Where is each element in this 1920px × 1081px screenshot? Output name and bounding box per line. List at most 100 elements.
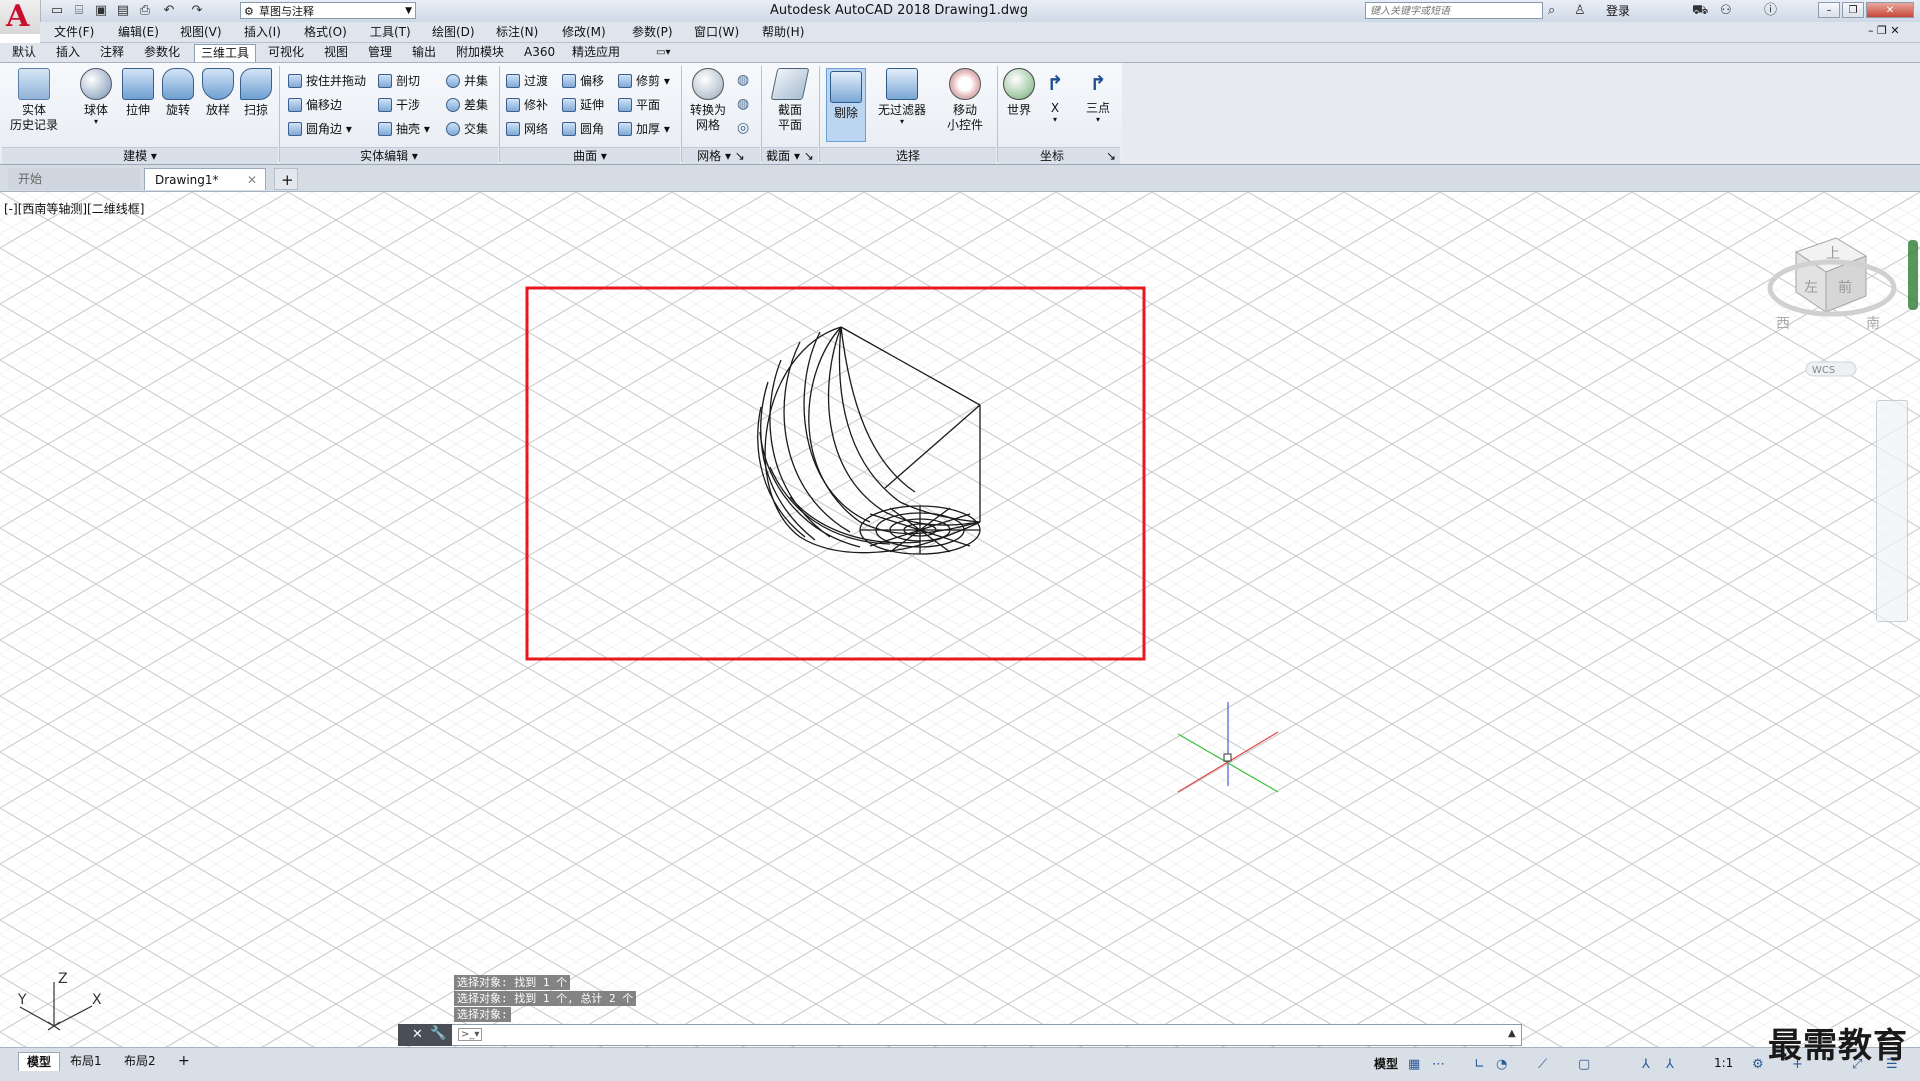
tab-default[interactable]: 默认 — [6, 44, 42, 61]
shell-button[interactable]: 抽壳 ▾ — [378, 120, 430, 138]
maximize-button[interactable]: ❐ — [1842, 2, 1864, 18]
doc-window-controls[interactable]: – ❐ ✕ — [1868, 24, 1900, 37]
print-icon[interactable]: ⎙ — [136, 2, 154, 20]
mesh-refine-icon[interactable]: ◍ — [737, 96, 749, 112]
tab-drawing1[interactable]: Drawing1* ✕ — [144, 168, 266, 190]
help-icon[interactable]: ⓘ — [1764, 2, 1777, 20]
tab-manage[interactable]: 管理 — [362, 44, 398, 61]
slice-button[interactable]: 剖切 — [378, 72, 420, 90]
subtract-button[interactable]: 差集 — [446, 96, 488, 114]
menu-parameter[interactable]: 参数(P) — [632, 22, 673, 42]
annotation-visibility-icon[interactable]: ⅄ — [1642, 1057, 1650, 1072]
cart-icon[interactable]: ⛟ — [1692, 2, 1708, 20]
union-button[interactable]: 并集 — [446, 72, 488, 90]
menu-dimension[interactable]: 标注(N) — [496, 22, 538, 42]
command-input[interactable] — [398, 1024, 1522, 1046]
model-space-toggle[interactable]: 模型 — [1374, 1055, 1398, 1072]
menu-insert[interactable]: 插入(I) — [244, 22, 281, 42]
network-button[interactable]: 网络 — [506, 120, 548, 138]
intersect-button[interactable]: 交集 — [446, 120, 488, 138]
grid-icon[interactable]: ▦ — [1408, 1057, 1420, 1072]
object-snap-icon[interactable]: ▢ — [1578, 1057, 1590, 1072]
workspace-dropdown[interactable]: ⚙ 草图与注释 ▼ — [240, 2, 416, 19]
vertical-scroll-indicator[interactable] — [1908, 240, 1918, 310]
menu-file[interactable]: 文件(F) — [54, 22, 94, 42]
close-button[interactable]: ✕ — [1866, 2, 1914, 18]
snap-icon[interactable]: ⋯ — [1432, 1057, 1445, 1072]
layout-tab-layout1[interactable]: 布局1 — [62, 1052, 110, 1070]
interfere-button[interactable]: 干涉 — [378, 96, 420, 114]
panel-title-surface[interactable]: 曲面 ▾ — [500, 147, 680, 164]
navigation-bar[interactable] — [1876, 400, 1908, 622]
minimize-button[interactable]: – — [1818, 2, 1840, 18]
surface-fillet-button[interactable]: 圆角 — [562, 120, 604, 138]
menu-edit[interactable]: 编辑(E) — [118, 22, 159, 42]
menu-view[interactable]: 视图(V) — [180, 22, 222, 42]
redo-icon[interactable]: ↷ — [188, 2, 206, 20]
panel-title-modeling[interactable]: 建模 ▾ — [2, 147, 278, 164]
panel-title-solid-editing[interactable]: 实体编辑 ▾ — [280, 147, 498, 164]
panel-title-section[interactable]: 截面 ▾ ↘ — [762, 147, 818, 164]
tab-insert[interactable]: 插入 — [50, 44, 86, 61]
revolve-button[interactable]: 旋转 — [158, 68, 198, 118]
tab-annotate[interactable]: 注释 — [94, 44, 130, 61]
sphere-button[interactable]: 球体 ▾ — [76, 68, 116, 126]
panel-title-mesh[interactable]: 网格 ▾ ↘ — [682, 147, 760, 164]
ucs-world-button[interactable]: 世界 — [1002, 68, 1036, 118]
extend-button[interactable]: 延伸 — [562, 96, 604, 114]
polar-icon[interactable]: ◔ — [1496, 1057, 1507, 1072]
wrench-icon[interactable]: 🔧 — [430, 1026, 446, 1041]
blend-button[interactable]: 过渡 — [506, 72, 548, 90]
user-icon[interactable]: ♙ — [1574, 2, 1586, 20]
move-gizmo-button[interactable]: 移动 小控件 — [940, 68, 990, 133]
thicken-button[interactable]: 加厚 ▾ — [618, 120, 670, 138]
section-plane-button[interactable]: 截面 平面 — [768, 68, 812, 133]
open-file-icon[interactable]: ⌸ — [70, 2, 88, 20]
exchange-icon[interactable]: ⚇ — [1720, 2, 1732, 20]
layout-tab-model[interactable]: 模型 — [18, 1052, 61, 1071]
offset-edge-button[interactable]: 偏移边 — [288, 96, 342, 114]
annotation-scale-icon[interactable]: ⅄ — [1666, 1057, 1674, 1072]
mesh-crease-icon[interactable]: ◎ — [737, 120, 749, 136]
undo-icon[interactable]: ↶ — [160, 2, 178, 20]
application-menu-button[interactable]: A — [0, 0, 41, 34]
presspull-button[interactable]: 按住并拖动 — [288, 72, 366, 90]
binoculars-icon[interactable]: ⌕ — [1548, 2, 1555, 20]
extrude-button[interactable]: 拉伸 — [118, 68, 158, 118]
viewport-controls[interactable]: [-][西南等轴测][二维线框] — [4, 200, 144, 217]
menu-help[interactable]: 帮助(H) — [762, 22, 804, 42]
add-layout-button[interactable]: + — [170, 1052, 198, 1070]
tab-addins[interactable]: 附加模块 — [450, 44, 510, 61]
menu-draw[interactable]: 绘图(D) — [432, 22, 475, 42]
close-tab-icon[interactable]: ✕ — [247, 169, 257, 191]
ucs-3point-button[interactable]: ↱ 三点 ▾ — [1080, 68, 1116, 124]
menu-window[interactable]: 窗口(W) — [694, 22, 739, 42]
convert-to-mesh-button[interactable]: 转换为 网格 — [686, 68, 730, 133]
annotation-scale[interactable]: 1:1 — [1714, 1056, 1733, 1070]
tab-featured-apps[interactable]: 精选应用 — [566, 44, 626, 61]
ribbon-display-toggle[interactable]: ▭▾ — [650, 44, 676, 61]
tab-visualize[interactable]: 可视化 — [262, 44, 310, 61]
loft-button[interactable]: 放样 — [198, 68, 238, 118]
new-tab-button[interactable]: + — [274, 168, 298, 190]
trim-button[interactable]: 修剪 ▾ — [618, 72, 670, 90]
no-filter-button[interactable]: 无过滤器 ▾ — [872, 68, 932, 126]
new-file-icon[interactable]: ▭ — [48, 2, 66, 20]
save-as-icon[interactable]: ▤ — [114, 2, 132, 20]
menu-modify[interactable]: 修改(M) — [562, 22, 606, 42]
surface-offset-button[interactable]: 偏移 — [562, 72, 604, 90]
isodraft-icon[interactable]: ⟋ — [1538, 1057, 1547, 1072]
ucs-x-button[interactable]: ↱ X ▾ — [1040, 68, 1070, 124]
command-prompt-icon[interactable]: >_▾ — [458, 1028, 483, 1041]
drawing-canvas[interactable]: 上 左 前 西 南 WCS Z Y X — [0, 192, 1920, 1047]
menu-format[interactable]: 格式(O) — [304, 22, 347, 42]
tab-a360[interactable]: A360 — [518, 44, 561, 61]
tab-output[interactable]: 输出 — [406, 44, 442, 61]
login-link[interactable]: 登录 — [1606, 0, 1630, 22]
tab-3d-tools[interactable]: 三维工具 — [194, 44, 257, 62]
search-input[interactable]: 键入关键字或短语 — [1365, 2, 1543, 19]
panel-title-selection[interactable]: 选择 — [820, 147, 996, 164]
tab-start[interactable]: 开始 — [8, 168, 140, 190]
culling-button[interactable]: 剔除 — [826, 68, 866, 142]
panel-title-coordinates[interactable]: 坐标 ↘ — [998, 147, 1120, 164]
